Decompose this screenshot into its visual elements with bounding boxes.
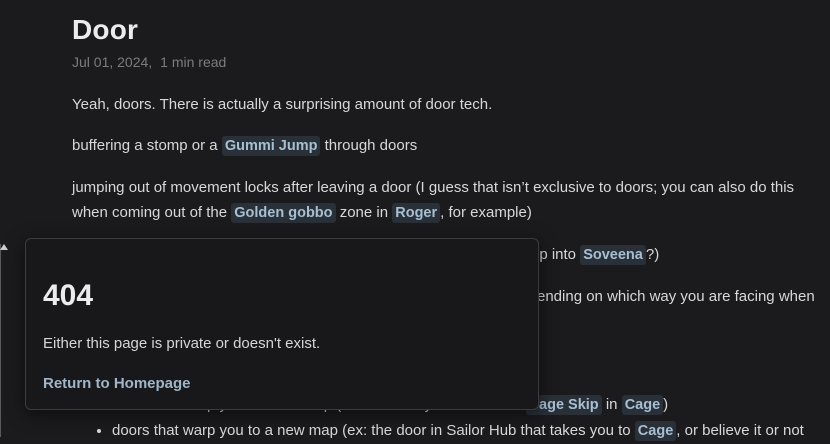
paragraph-soveena-fragment: ip into Soveena?) — [536, 245, 660, 265]
intro-paragraph: Yeah, doors. There is actually a surpris… — [72, 96, 493, 113]
tag-link-roger[interactable]: Roger — [392, 203, 441, 223]
publish-date: Jul 01, 2024, — [72, 54, 153, 70]
paragraph-stomp: buffering a stomp or a Gummi Jump throug… — [72, 136, 418, 156]
return-home-link[interactable]: Return to Homepage — [43, 375, 191, 392]
tag-link-gummi-jump[interactable]: Gummi Jump — [221, 136, 321, 156]
list-item: doors that warp you to a new map (ex: th… — [112, 418, 830, 444]
error-code: 404 — [43, 279, 94, 312]
read-time: 1 min read — [160, 54, 227, 70]
page-title: Door — [72, 14, 139, 45]
error-message: Either this page is private or doesn't e… — [43, 335, 321, 352]
tag-link-golden-gobbo[interactable]: Golden gobbo — [231, 203, 336, 223]
tag-link-cage[interactable]: Cage — [621, 395, 664, 415]
paragraph-facing-fragment: ending on which way you are facing when — [537, 288, 815, 305]
tag-link-cage[interactable]: Cage — [634, 421, 677, 441]
tag-link-soveena[interactable]: Soveena — [580, 245, 646, 265]
article-meta: Jul 01, 2024, 1 min read — [72, 54, 226, 70]
scroll-indicator[interactable] — [0, 244, 9, 437]
link-preview-popover: 404 Either this page is private or doesn… — [25, 238, 539, 410]
paragraph-movement-locks: jumping out of movement locks after leav… — [72, 179, 795, 223]
